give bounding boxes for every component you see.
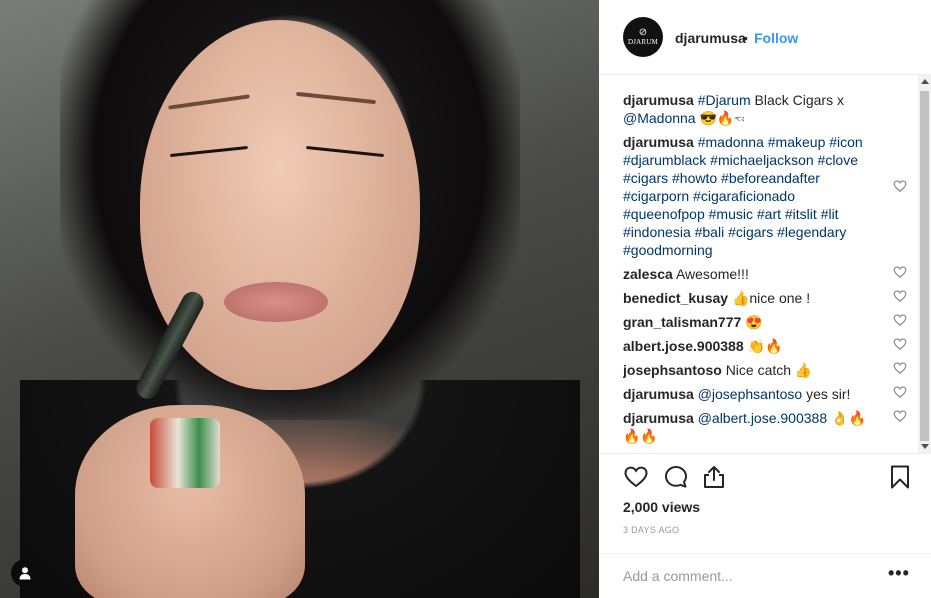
post-caption: djarumusa #Djarum Black Cigars x @Madonn… [623,91,915,127]
comment-author[interactable]: djarumusa [623,134,694,150]
comment-author[interactable]: benedict_kusay [623,290,728,306]
account-username[interactable]: djarumusa [675,30,746,46]
comment-heart-icon[interactable] [893,313,907,327]
comment-text: yes sir! [802,386,851,402]
user-icon [19,567,31,580]
comment-link[interactable]: @albert.jose.900388 [698,410,827,426]
scroll-down-icon[interactable] [921,444,929,449]
comment-heart-icon[interactable] [893,179,907,193]
comment-heart-icon[interactable] [893,289,907,303]
comment-heart-icon[interactable] [893,385,907,399]
post-actions: 2,000 views 3 DAYS AGO [599,453,931,553]
comment-link[interactable]: @Madonna [623,110,696,126]
comment-item: zalesca Awesome!!! [623,265,915,283]
share-button[interactable] [701,464,727,490]
post-header: ⊘ DJARUM djarumusa • Follow [599,0,931,75]
comment-item: benedict_kusay 👍nice one ! [623,289,915,307]
comment-item: djarumusa @josephsantoso yes sir! [623,385,915,403]
post-media[interactable] [0,0,599,598]
comment-heart-icon[interactable] [893,409,907,423]
comment-author[interactable]: djarumusa [623,410,694,426]
like-button[interactable] [623,464,649,490]
add-comment-bar: ••• [599,553,931,598]
comment-text: Awesome!!! [675,266,749,282]
heart-icon [624,466,648,488]
comment-author[interactable]: josephsantoso [623,362,722,378]
media-lips [224,282,328,322]
comment-heart-icon[interactable] [893,361,907,375]
tagged-user-button[interactable] [11,559,39,587]
comment-author[interactable]: djarumusa [623,386,694,402]
scrollbar-thumb[interactable] [920,91,929,441]
comment-icon [665,466,687,488]
comment-text: Black Cigars x [750,92,844,108]
comment-button[interactable] [663,464,689,490]
comment-text: 👍nice one ! [731,290,811,306]
comment-link[interactable]: #madonna #makeup #icon #djarumblack #mic… [623,134,863,258]
djarum-logo-icon: ⊘ [638,26,648,38]
scroll-up-icon[interactable] [921,79,929,84]
bookmark-icon [891,465,909,489]
comment-author[interactable]: albert.jose.900388 [623,338,744,354]
comment-item: djarumusa @albert.jose.900388 👌🔥🔥🔥 [623,409,915,445]
media-lighter [150,418,220,488]
comment-author[interactable]: gran_talisman777 [623,314,741,330]
comments-scrollbar[interactable] [918,75,931,453]
post-timestamp[interactable]: 3 DAYS AGO [623,525,679,535]
share-icon [704,466,724,488]
comment-text: Nice catch 👍 [725,362,813,378]
comment-list[interactable]: djarumusa #Djarum Black Cigars x @Madonn… [623,91,915,453]
header-separator: • [743,30,748,46]
comment-author[interactable]: djarumusa [623,92,694,108]
account-avatar[interactable]: ⊘ DJARUM [623,17,663,57]
comment-text: 😎🔥🖘 [695,110,745,126]
comment-item: djarumusa #madonna #makeup #icon #djarum… [623,133,915,259]
comment-input[interactable] [623,565,863,587]
comment-text: 👏🔥 [747,338,783,354]
follow-button[interactable]: Follow [754,30,798,46]
comment-heart-icon[interactable] [893,337,907,351]
comment-item: albert.jose.900388 👏🔥 [623,337,915,355]
more-options-button[interactable]: ••• [888,563,910,584]
comment-author[interactable]: zalesca [623,266,673,282]
comment-text: 😍 [745,314,763,330]
avatar-logo-text: DJARUM [628,37,658,46]
post-sidebar: ⊘ DJARUM djarumusa • Follow djarumusa #D… [599,0,931,598]
comment-link[interactable]: #Djarum [698,92,751,108]
comment-heart-icon[interactable] [893,265,907,279]
comment-item: gran_talisman777 😍 [623,313,915,331]
comment-link[interactable]: @josephsantoso [698,386,803,402]
view-count[interactable]: 2,000 views [623,499,700,515]
comment-item: josephsantoso Nice catch 👍 [623,361,915,379]
save-button[interactable] [887,464,913,490]
